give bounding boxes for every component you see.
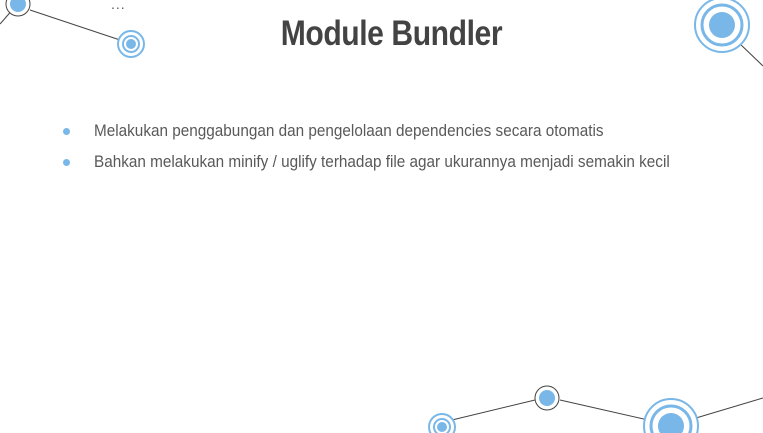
node-icon: [534, 385, 560, 411]
connector-line: [737, 41, 763, 67]
node-icon: [643, 398, 699, 433]
bullet-dot-icon: [63, 159, 70, 166]
ellipsis-text: ...: [111, 0, 126, 12]
connector-line: [695, 397, 763, 419]
slide-title: Module Bundler: [280, 14, 503, 53]
bullet-list: Melakukan penggabungan dan pengelolaan d…: [60, 118, 750, 180]
node-icon: [428, 413, 456, 433]
bullet-text: Melakukan penggabungan dan pengelolaan d…: [94, 121, 604, 140]
bullet-text: Bahkan melakukan minify / uglify terhada…: [94, 152, 670, 171]
connector-line: [559, 399, 649, 421]
connector-line: [451, 399, 536, 421]
network-decoration: [0, 0, 763, 433]
bullet-dot-icon: [63, 128, 70, 135]
bullet-item: Bahkan melakukan minify / uglify terhada…: [60, 149, 750, 180]
slide: ... Module Bundler Melakukan penggabunga…: [0, 0, 763, 433]
bullet-item: Melakukan penggabungan dan pengelolaan d…: [60, 118, 750, 149]
